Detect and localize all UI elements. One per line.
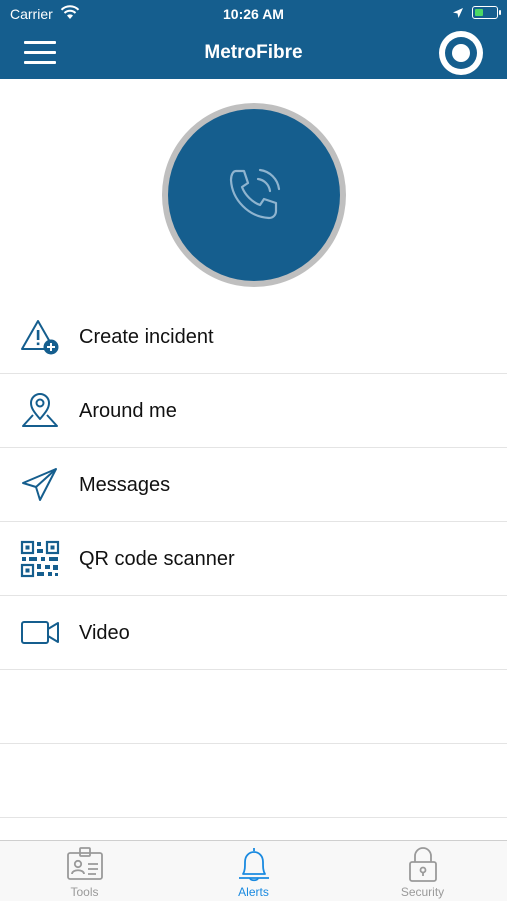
lock-icon bbox=[409, 847, 437, 882]
action-menu: Create incident Around me Messages QR co… bbox=[0, 300, 507, 818]
record-button[interactable] bbox=[439, 31, 483, 75]
video-camera-icon bbox=[21, 621, 59, 644]
phone-icon bbox=[229, 168, 281, 220]
menu-item-label: Messages bbox=[79, 474, 171, 496]
tab-alerts[interactable]: Alerts bbox=[169, 841, 338, 901]
menu-item-qr-code-scanner[interactable]: QR code scanner bbox=[0, 522, 507, 596]
location-arrow-icon bbox=[453, 8, 463, 18]
clock: 10:26 AM bbox=[223, 6, 284, 22]
alert-triangle-plus-icon bbox=[21, 320, 59, 355]
tab-label: Security bbox=[400, 885, 445, 899]
menu-item-label: QR code scanner bbox=[79, 548, 235, 570]
menu-item-video[interactable]: Video bbox=[0, 596, 507, 670]
qr-code-icon bbox=[20, 540, 60, 578]
nav-bar: MetroFibre bbox=[0, 28, 507, 79]
status-bar: Carrier 10:26 AM bbox=[0, 0, 507, 28]
tab-label: Alerts bbox=[238, 885, 269, 899]
tab-security[interactable]: Security bbox=[338, 841, 507, 901]
tab-bar: Tools Alerts Security bbox=[0, 840, 507, 901]
menu-item-create-incident[interactable]: Create incident bbox=[0, 300, 507, 374]
menu-item-label: Video bbox=[79, 622, 130, 644]
paper-plane-icon bbox=[22, 468, 57, 501]
empty-row bbox=[0, 744, 507, 818]
call-button[interactable] bbox=[162, 103, 346, 287]
empty-row bbox=[0, 670, 507, 744]
location-pin-icon bbox=[22, 393, 58, 427]
bell-icon bbox=[239, 848, 269, 882]
top-bar: Carrier 10:26 AM MetroFibre bbox=[0, 0, 507, 79]
menu-item-around-me[interactable]: Around me bbox=[0, 374, 507, 448]
menu-item-label: Around me bbox=[79, 400, 177, 422]
menu-item-messages[interactable]: Messages bbox=[0, 448, 507, 522]
menu-item-label: Create incident bbox=[79, 326, 214, 348]
app-title: MetroFibre bbox=[204, 42, 303, 63]
id-card-icon bbox=[67, 847, 103, 880]
battery-icon bbox=[472, 6, 501, 19]
tab-label: Tools bbox=[70, 885, 99, 899]
tab-tools[interactable]: Tools bbox=[0, 841, 169, 901]
